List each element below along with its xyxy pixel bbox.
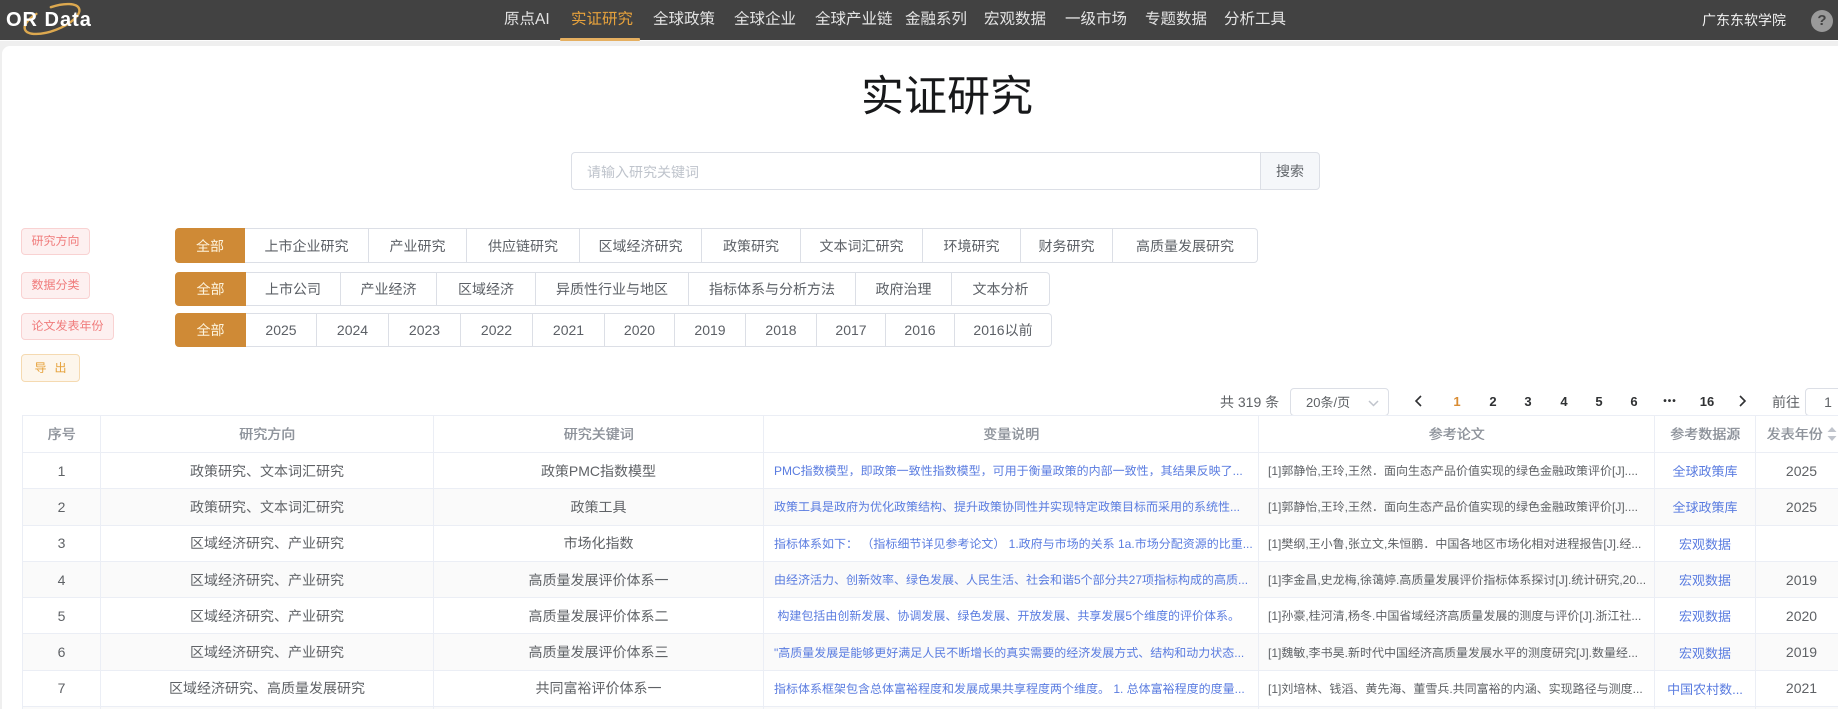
svg-text:OR Data: OR Data [6, 9, 92, 31]
